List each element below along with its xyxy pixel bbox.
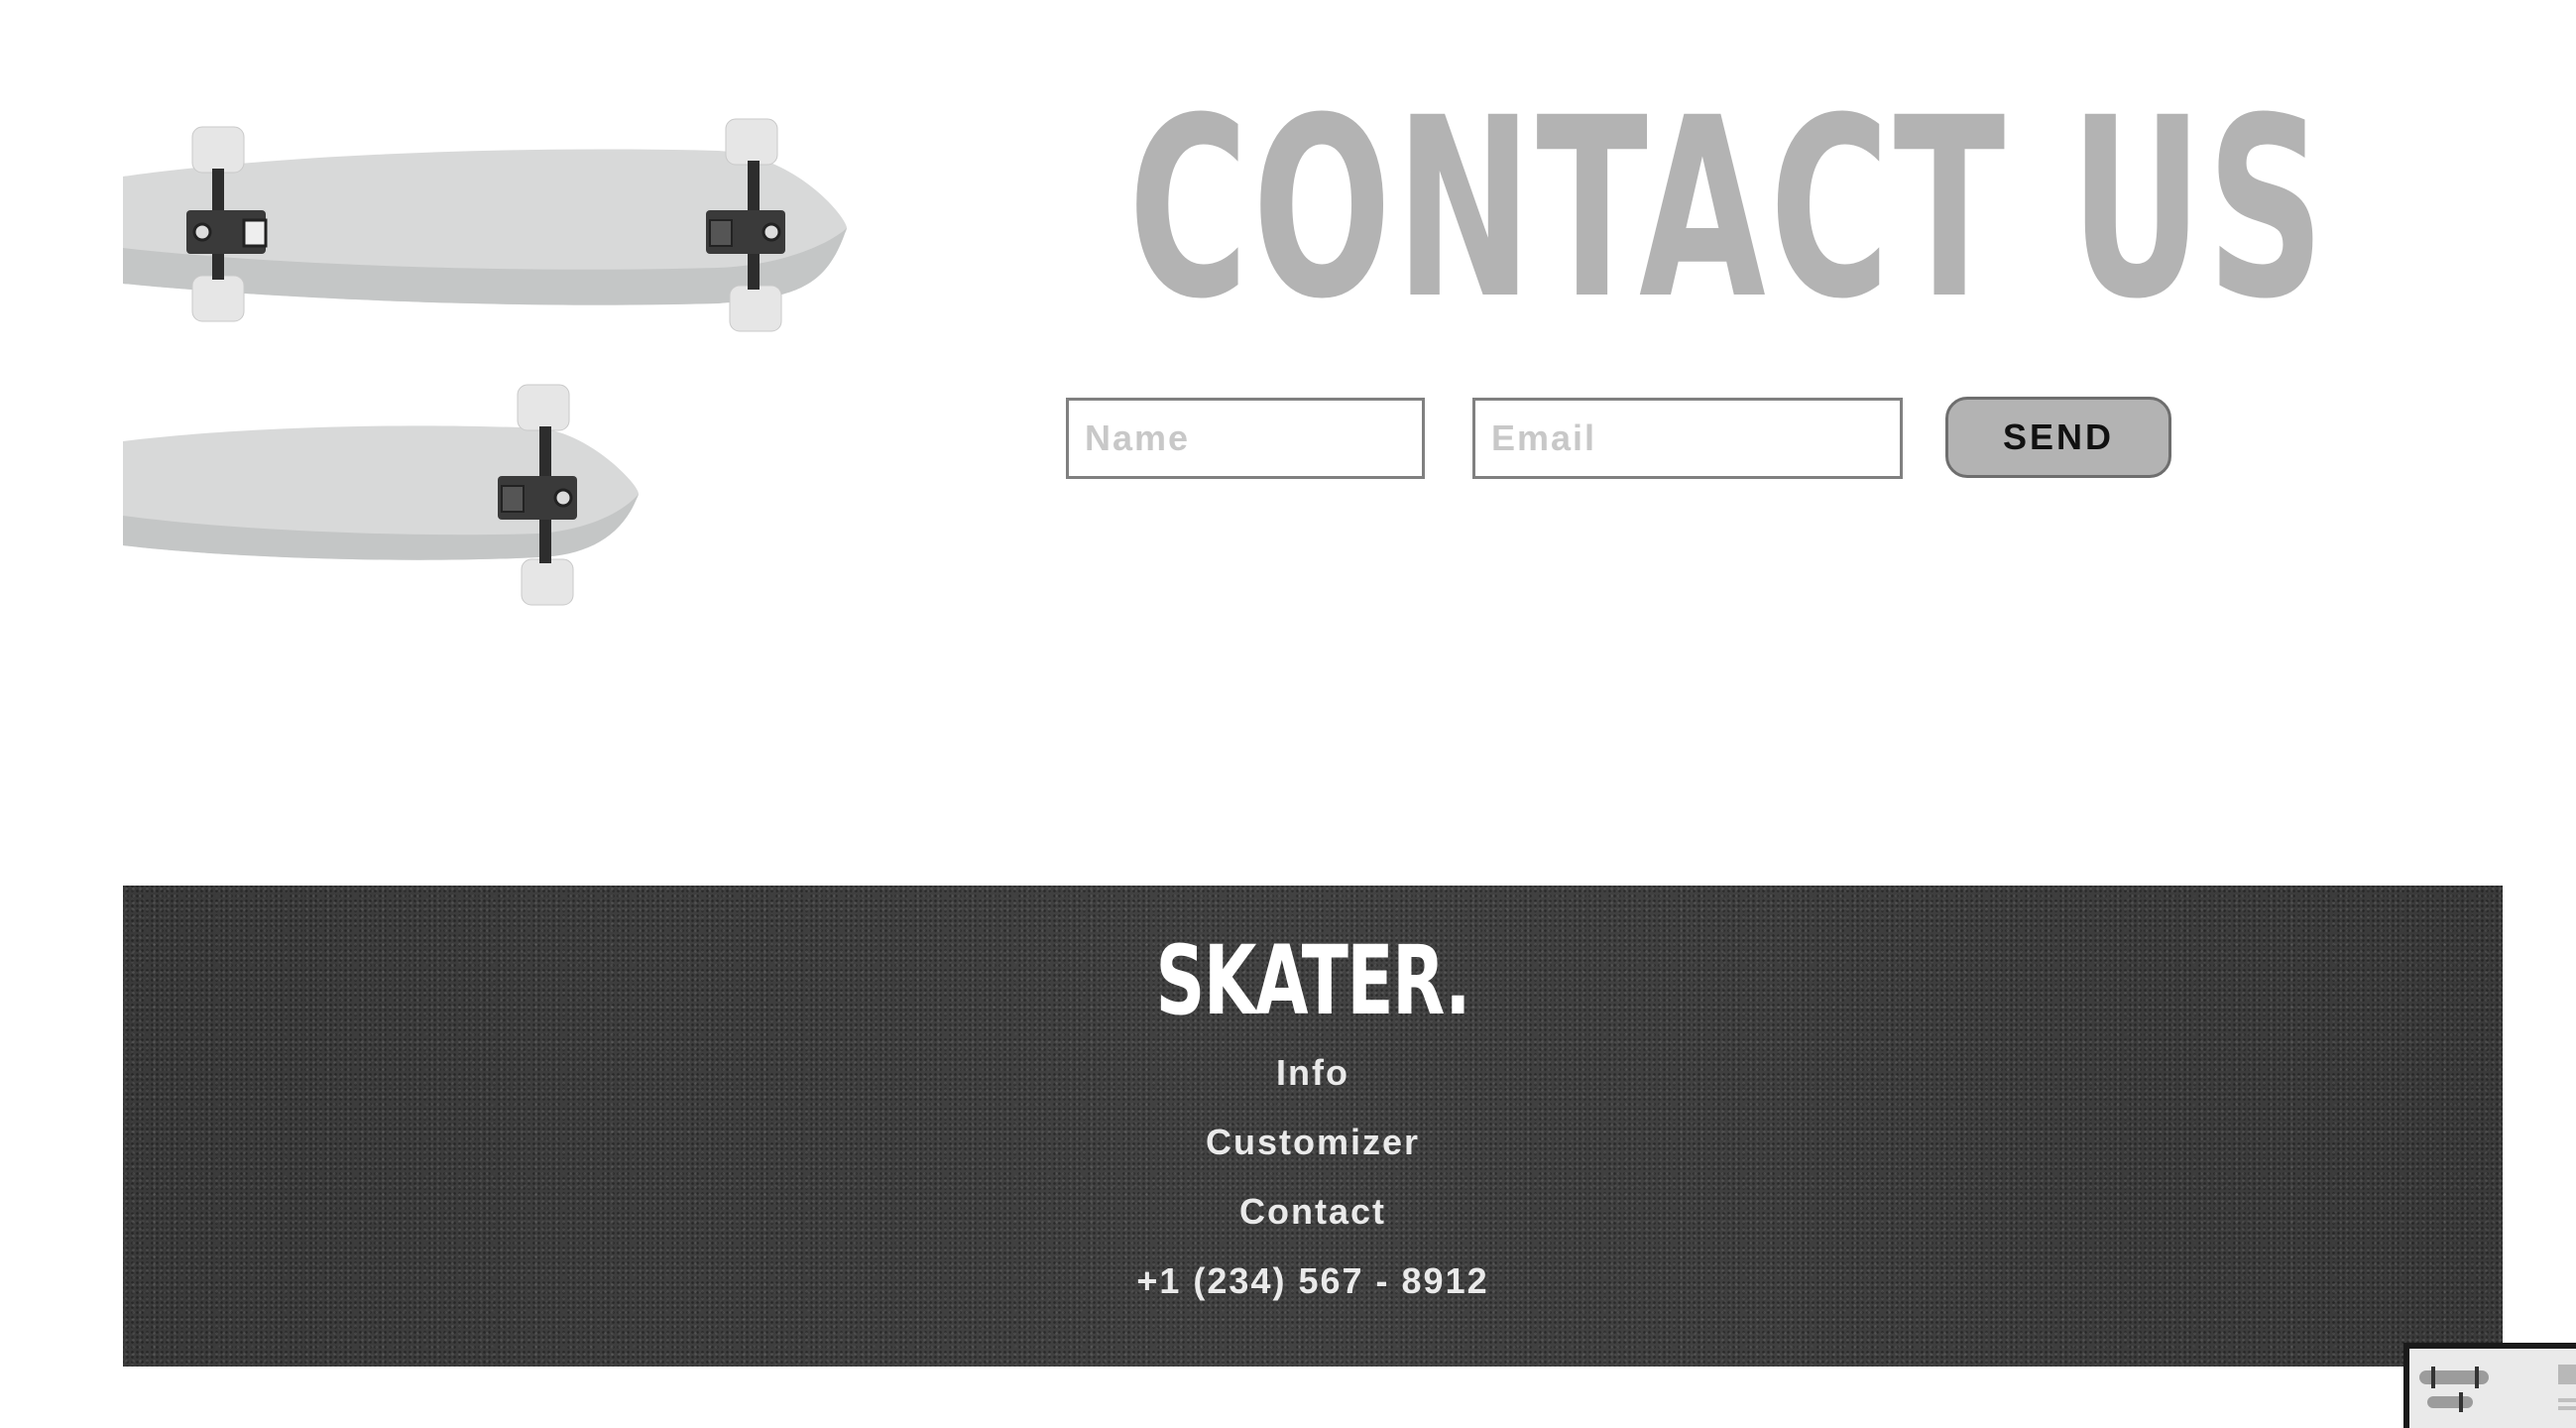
skateboards-image [123,99,877,635]
send-button[interactable]: SEND [1945,397,2171,478]
contact-form: SEND [1066,397,2176,480]
footer-logo-text: SKATER. [1155,925,1471,1036]
footer-link-info[interactable]: Info [123,1052,2503,1094]
skateboard-bottom-image [123,384,639,606]
page: CONTACT US SEND SKATER. Info Customizer … [0,0,2576,1428]
email-input[interactable] [1472,398,1903,479]
footer-phone: +1 (234) 567 - 8912 [1136,1260,1489,1301]
footer-link-contact[interactable]: Contact [123,1191,2503,1233]
skateboard-top-image [123,118,847,332]
footer-link-customizer[interactable]: Customizer [123,1122,2503,1163]
page-title: CONTACT US [1128,64,2329,353]
page-preview-image [2409,1349,2576,1428]
footer-logo[interactable]: SKATER. [123,933,2503,1028]
preview-skateboard-icon [2419,1365,2576,1412]
footer: SKATER. Info Customizer Contact +1 (234)… [123,886,2503,1367]
page-preview-thumbnail[interactable] [2403,1343,2576,1428]
name-input[interactable] [1066,398,1425,479]
